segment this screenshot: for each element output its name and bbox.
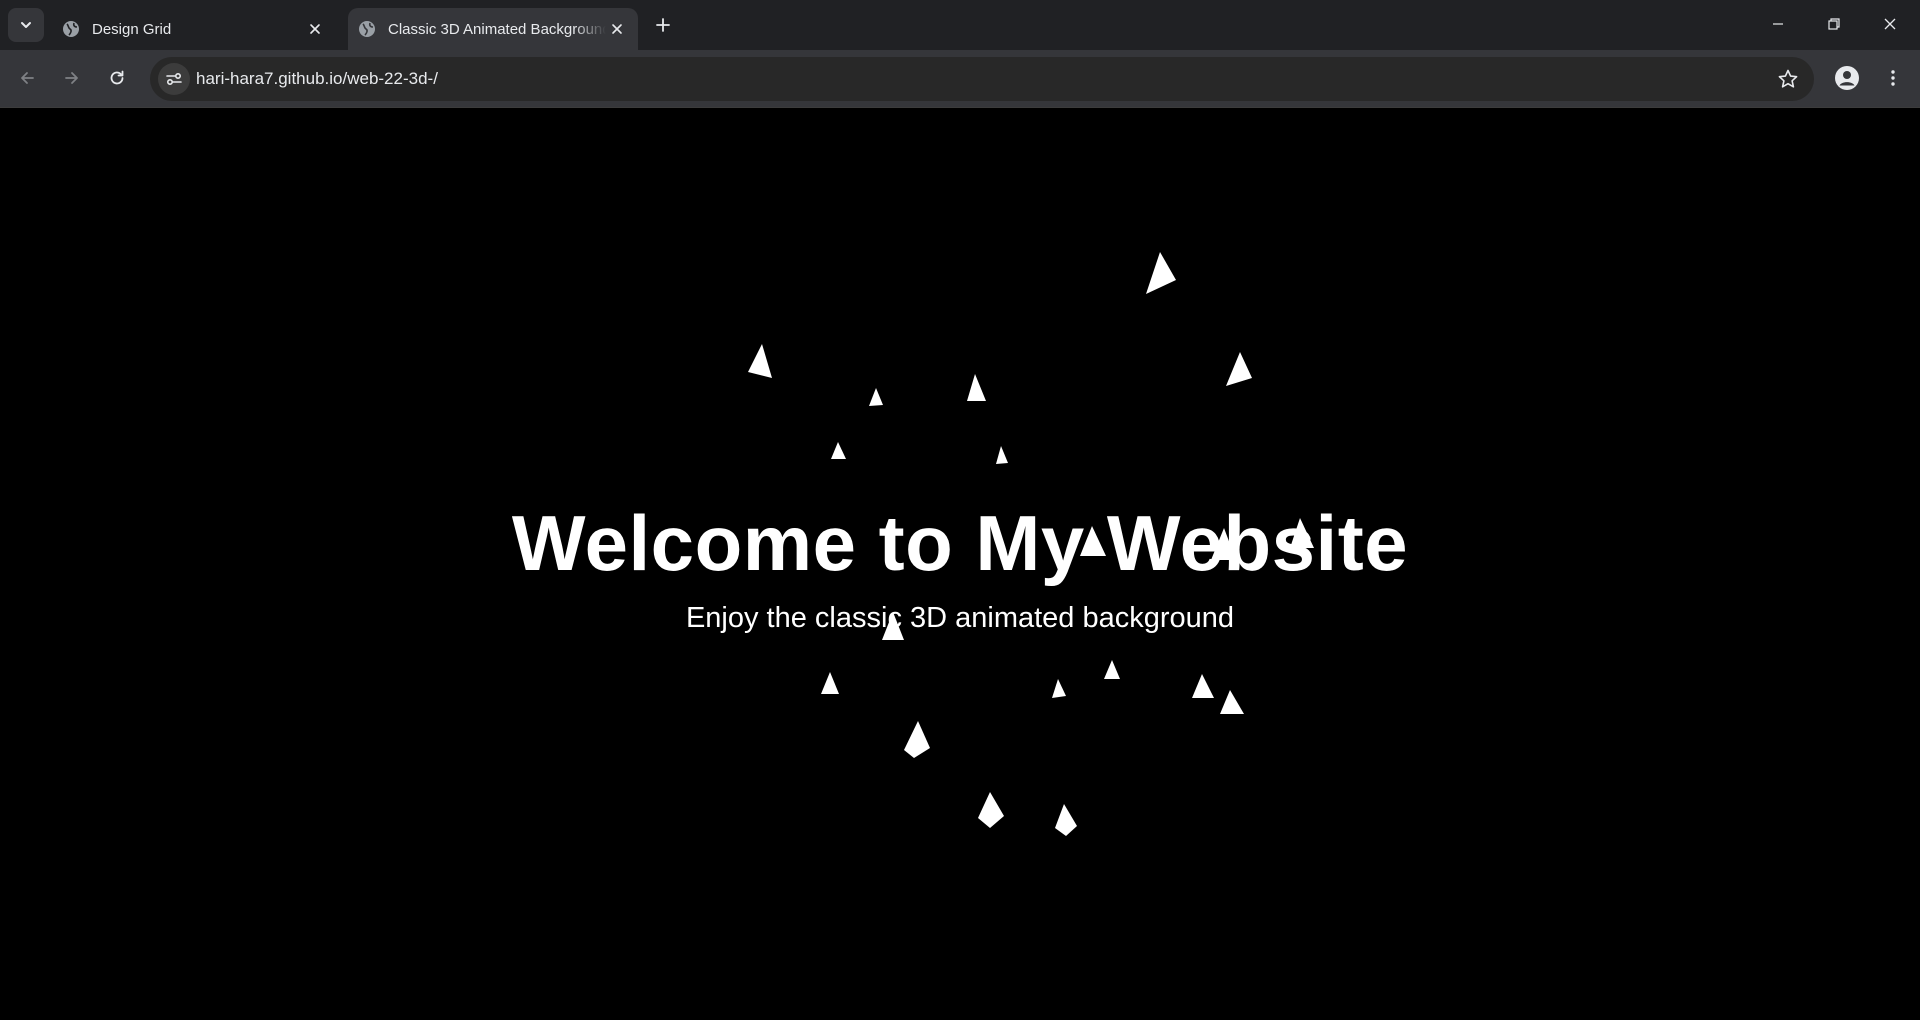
browser-toolbar: hari-hara7.github.io/web-22-3d-/ bbox=[0, 50, 1920, 108]
bg-triangle bbox=[1220, 690, 1244, 714]
bg-triangle bbox=[978, 792, 1004, 828]
globe-icon bbox=[359, 21, 375, 37]
page-subtitle: Enjoy the classic 3D animated background bbox=[685, 602, 1235, 634]
arrow-right-icon bbox=[65, 72, 78, 84]
chevron-down-icon bbox=[21, 22, 31, 28]
tab-title: Design Grid bbox=[92, 20, 172, 38]
minimize-icon bbox=[1773, 23, 1783, 25]
back-button[interactable] bbox=[10, 61, 44, 95]
tab-classic-3d[interactable]: Classic 3D Animated Background bbox=[348, 8, 638, 50]
close-icon bbox=[310, 24, 320, 34]
tab-design-grid[interactable]: Design Grid bbox=[50, 8, 336, 50]
url-text[interactable]: hari-hara7.github.io/web-22-3d-/ bbox=[196, 57, 438, 101]
more-vertical-icon bbox=[1891, 70, 1895, 86]
tune-icon bbox=[166, 72, 182, 86]
bg-triangle bbox=[1055, 804, 1077, 836]
restore-button[interactable] bbox=[1806, 0, 1862, 48]
bg-triangle bbox=[1192, 674, 1214, 698]
close-icon bbox=[612, 24, 622, 34]
close-window-button[interactable] bbox=[1862, 0, 1918, 48]
bg-triangle bbox=[1104, 660, 1120, 679]
bookmark-button[interactable] bbox=[1776, 67, 1800, 91]
bg-triangle bbox=[904, 721, 930, 758]
star-icon bbox=[1778, 69, 1798, 88]
page-viewport: Welcome to My Website Enjoy the classic … bbox=[0, 108, 1920, 1020]
bg-triangle bbox=[1226, 352, 1252, 386]
reload-icon bbox=[110, 70, 124, 85]
person-icon bbox=[1835, 66, 1859, 90]
bg-triangle bbox=[1146, 252, 1176, 294]
site-info-button[interactable] bbox=[158, 63, 190, 95]
profile-button[interactable] bbox=[1830, 61, 1864, 95]
address-bar[interactable]: hari-hara7.github.io/web-22-3d-/ bbox=[150, 57, 1814, 101]
bg-triangle bbox=[748, 344, 772, 378]
plus-icon bbox=[656, 18, 670, 32]
arrow-left-icon bbox=[21, 72, 34, 84]
close-icon bbox=[1884, 18, 1896, 30]
bg-triangle bbox=[996, 446, 1008, 464]
tab-search-button[interactable] bbox=[8, 8, 44, 42]
tab-close-button[interactable] bbox=[606, 18, 628, 40]
bg-triangle bbox=[821, 672, 839, 694]
reload-button[interactable] bbox=[100, 61, 134, 95]
page-title: Welcome to My Website bbox=[511, 499, 1409, 587]
minimize-button[interactable] bbox=[1750, 0, 1806, 48]
browser-menu-button[interactable] bbox=[1876, 61, 1910, 95]
bg-triangle bbox=[1052, 679, 1066, 698]
tab-close-button[interactable] bbox=[304, 18, 326, 40]
hero-section: Welcome to My Website Enjoy the classic … bbox=[0, 498, 1920, 636]
tab-title: Classic 3D Animated Background bbox=[388, 20, 606, 38]
bg-triangle bbox=[831, 442, 846, 459]
globe-icon bbox=[63, 21, 79, 37]
tab-strip: Design Grid Classic 3D Animated Backgrou… bbox=[0, 0, 1920, 50]
bg-triangle bbox=[869, 388, 883, 406]
bg-triangle bbox=[967, 374, 986, 401]
new-tab-button[interactable] bbox=[650, 12, 676, 38]
forward-button[interactable] bbox=[55, 61, 89, 95]
restore-icon bbox=[1828, 18, 1840, 30]
